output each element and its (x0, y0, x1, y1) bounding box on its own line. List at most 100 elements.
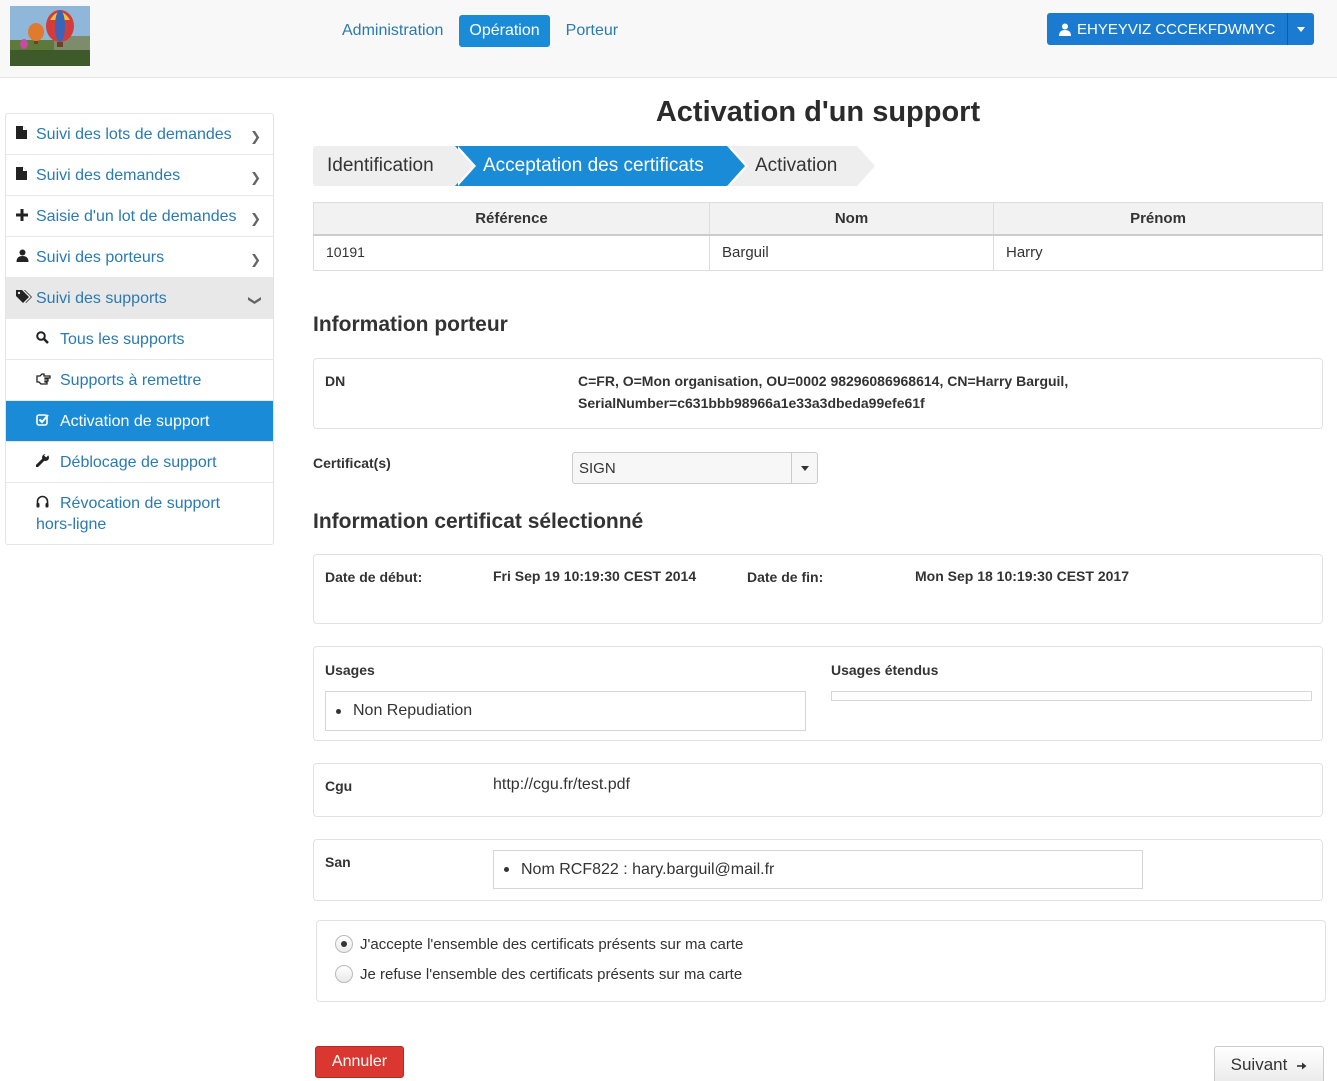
page-title: Activation d'un support (655, 96, 981, 128)
sidebar-subitem-deblocage[interactable]: Déblocage de support (6, 442, 273, 483)
main-nav: Administration Opération Porteur (332, 15, 628, 47)
user-name-button[interactable]: EHYEYVIZ CCCEKFDWMYC (1047, 13, 1289, 45)
file-icon (16, 165, 36, 186)
hand-right-icon (36, 370, 60, 391)
user-dropdown-toggle[interactable] (1288, 13, 1314, 45)
san-label: San (325, 854, 351, 870)
dates-panel: Date de début: Fri Sep 19 10:19:30 CEST … (313, 554, 1323, 624)
section-title-porteur: Information porteur (313, 313, 508, 336)
usages-label: Usages (325, 662, 375, 678)
sidebar-subitem-supports-remettre[interactable]: Supports à remettre (6, 360, 273, 401)
bullet-icon (336, 708, 341, 714)
identification-table: Référence Nom Prénom 10191 Barguil Harry (313, 202, 1323, 271)
next-button[interactable]: Suivant (1214, 1046, 1324, 1081)
plus-icon (16, 206, 36, 227)
san-item: Nom RCF822 : hary.barguil@mail.fr (521, 860, 775, 878)
table-row: 10191 Barguil Harry (313, 234, 1323, 271)
column-header: Prénom (993, 202, 1323, 236)
sidebar-subitem-revocation[interactable]: Révocation de support hors-ligne (6, 483, 273, 544)
sidebar-item-label: Suivi des porteurs (36, 249, 165, 266)
refuse-label: Je refuse l'ensemble des certificats pré… (360, 965, 743, 983)
start-date-label: Date de début: (325, 569, 423, 585)
step-acceptation[interactable]: Acceptation des certificats (455, 146, 748, 186)
dn-value: C=FR, O=Mon organisation, OU=0002 982960… (578, 373, 1069, 411)
accept-option[interactable]: J'accepte l'ensemble des certificats pré… (335, 935, 743, 953)
chevron-right-icon: ❯ (250, 252, 261, 267)
cgu-panel: Cgu http://cgu.fr/test.pdf (313, 763, 1323, 817)
extended-usages-list (831, 691, 1312, 701)
chevron-right-icon: ❯ (250, 170, 261, 185)
usages-panel: Usages Non Repudiation Usages étendus (313, 646, 1323, 741)
accept-label: J'accepte l'ensemble des certificats pré… (360, 935, 744, 953)
sidebar-item-lots[interactable]: Suivi des lots de demandes ❯ (6, 114, 273, 155)
chevron-right-icon: ❯ (250, 129, 261, 144)
user-name: EHYEYVIZ CCCEKFDWMYC (1077, 20, 1276, 38)
usage-item: Non Repudiation (353, 702, 473, 719)
accept-radio[interactable] (335, 935, 353, 953)
san-panel: San Nom RCF822 : hary.barguil@mail.fr (313, 839, 1323, 901)
sidebar-item-label: Suivi des lots de demandes (36, 126, 232, 143)
cgu-link[interactable]: http://cgu.fr/test.pdf (493, 776, 630, 794)
refuse-radio[interactable] (335, 965, 353, 983)
user-menu-button[interactable]: EHYEYVIZ CCCEKFDWMYC (1047, 13, 1315, 45)
sidebar-item-porteurs[interactable]: Suivi des porteurs ❯ (6, 237, 273, 278)
table-cell: Harry (993, 234, 1323, 271)
sidebar-item-saisie-lot[interactable]: Saisie d'un lot de demandes ❯ (6, 196, 273, 237)
sidebar-item-label: Tous les supports (60, 331, 185, 348)
cancel-button[interactable]: Annuler (315, 1046, 404, 1078)
sidebar-item-label: Suivi des supports (36, 290, 167, 307)
tags-icon (16, 288, 36, 309)
extended-usages-label: Usages étendus (831, 662, 939, 678)
sidebar-item-label: Suivi des demandes (36, 167, 181, 184)
sidebar-item-label: Supports à remettre (60, 372, 202, 389)
column-header: Nom (709, 202, 994, 236)
sidebar: Suivi des lots de demandes ❯ Suivi des d… (5, 113, 274, 545)
certificat-select[interactable]: SIGN (572, 452, 818, 484)
nav-operation[interactable]: Opération (459, 15, 550, 47)
next-button-label: Suivant (1230, 1055, 1288, 1074)
refuse-option[interactable]: Je refuse l'ensemble des certificats pré… (335, 965, 742, 983)
column-header: Référence (313, 202, 710, 236)
user-icon (16, 247, 36, 268)
chevron-down-icon: ❯ (248, 295, 264, 306)
bullet-icon (504, 867, 509, 872)
arrow-right-icon (1297, 1055, 1307, 1075)
acceptance-panel: J'accepte l'ensemble des certificats pré… (316, 920, 1326, 1002)
certificat-selected-value: SIGN (579, 459, 616, 477)
sidebar-item-label: Activation de support (60, 413, 210, 430)
sidebar-subitem-activation[interactable]: Activation de support (6, 401, 273, 442)
sidebar-item-supports[interactable]: Suivi des supports ❯ (6, 278, 273, 319)
search-icon (36, 329, 60, 350)
usages-list: Non Repudiation (325, 691, 806, 731)
start-date-value: Fri Sep 19 10:19:30 CEST 2014 (493, 568, 697, 584)
user-icon (1059, 23, 1071, 36)
table-cell: Barguil (709, 234, 994, 271)
file-icon (16, 124, 36, 145)
wizard-steps: Identification Acceptation des certifica… (313, 146, 875, 186)
cgu-label: Cgu (325, 778, 353, 794)
logo[interactable] (10, 6, 90, 66)
table-header-row: Référence Nom Prénom (313, 202, 1323, 236)
top-navbar: Administration Opération Porteur EHYEYVI… (0, 0, 1337, 78)
nav-administration[interactable]: Administration (332, 15, 453, 47)
wrench-icon (35, 452, 60, 473)
table-cell: 10191 (313, 234, 710, 271)
dn-panel: DN C=FR, O=Mon organisation, OU=0002 982… (313, 358, 1323, 429)
sidebar-subitem-tous-supports[interactable]: Tous les supports (6, 319, 273, 360)
certificat-label: Certificat(s) (313, 455, 391, 471)
sidebar-item-demandes[interactable]: Suivi des demandes ❯ (6, 155, 273, 196)
nav-porteur[interactable]: Porteur (556, 15, 628, 47)
end-date-value: Mon Sep 18 10:19:30 CEST 2017 (915, 568, 1129, 584)
end-date-label: Date de fin: (747, 569, 824, 585)
headphones-icon (36, 493, 60, 514)
chevron-right-icon: ❯ (250, 211, 261, 226)
sidebar-item-label: Déblocage de support (60, 454, 217, 471)
dn-label: DN (325, 373, 346, 389)
chevron-down-icon (1297, 26, 1306, 32)
san-list: Nom RCF822 : hary.barguil@mail.fr (493, 850, 1143, 889)
sidebar-item-label: Révocation de support hors-ligne (36, 495, 221, 533)
sidebar-item-label: Saisie d'un lot de demandes (36, 208, 237, 225)
chevron-down-icon (791, 453, 817, 483)
step-identification[interactable]: Identification (313, 146, 476, 186)
check-icon (36, 411, 60, 432)
